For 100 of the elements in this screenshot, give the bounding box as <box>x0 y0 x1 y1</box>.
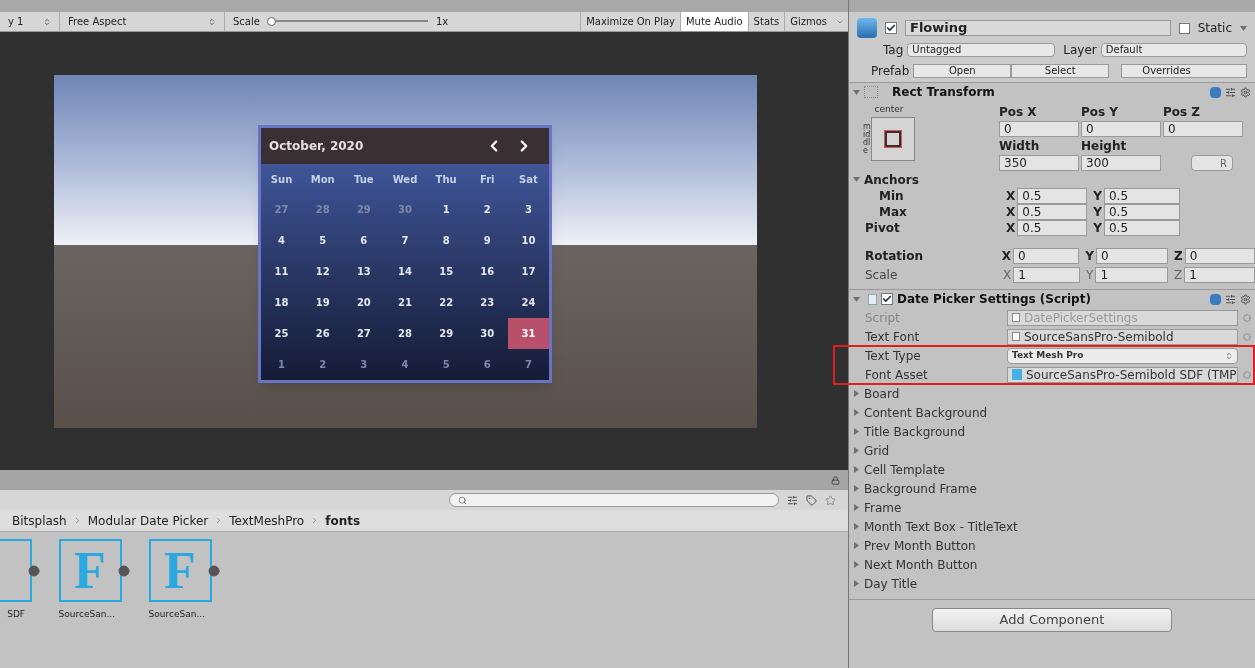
day-cell[interactable]: 4 <box>261 225 303 256</box>
enabled-checkbox[interactable] <box>881 293 893 305</box>
aspect-dropdown[interactable]: Free Aspect <box>60 12 225 31</box>
layer-dropdown[interactable]: Default <box>1100 43 1247 57</box>
day-cell[interactable]: 10 <box>507 225 549 256</box>
favorite-icon[interactable] <box>825 494 836 506</box>
lock-icon[interactable] <box>831 475 840 485</box>
day-cell[interactable]: 11 <box>261 256 303 287</box>
foldout-row[interactable]: Background Frame <box>849 479 1255 498</box>
value-field[interactable]: 1 <box>1095 266 1169 283</box>
expand-icon[interactable] <box>117 564 130 577</box>
prefab-button[interactable]: Overrides <box>1121 64 1247 78</box>
day-cell[interactable]: 23 <box>466 287 508 318</box>
day-cell[interactable]: 25 <box>261 318 303 349</box>
name-field[interactable]: Flowing <box>905 20 1171 36</box>
foldout-row[interactable]: Day Title <box>849 574 1255 593</box>
value-field[interactable]: 0.5 <box>1103 204 1180 220</box>
day-cell[interactable]: 27 <box>343 318 385 349</box>
component-header[interactable]: Date Picker Settings (Script) <box>849 289 1255 308</box>
day-cell[interactable]: 1 <box>425 194 467 225</box>
settings-icon[interactable] <box>1240 293 1251 305</box>
foldout-row[interactable]: Frame <box>849 498 1255 517</box>
anchor-preset-icon[interactable] <box>871 116 915 161</box>
prefab-button[interactable]: Select <box>1011 64 1110 78</box>
add-component-button[interactable]: Add Component <box>932 608 1172 632</box>
day-cell[interactable]: 12 <box>302 256 344 287</box>
tag-dropdown[interactable]: Untagged <box>907 43 1056 57</box>
day-cell[interactable]: 4 <box>384 349 426 380</box>
foldout-row[interactable]: Content Background <box>849 403 1255 422</box>
size-field[interactable]: 350 <box>999 155 1079 171</box>
filter-icon[interactable] <box>787 494 798 506</box>
foldout-row[interactable]: Next Month Button <box>849 555 1255 574</box>
foldout-row[interactable]: Prev Month Button <box>849 536 1255 555</box>
day-cell[interactable]: 3 <box>507 194 549 225</box>
day-cell[interactable]: 3 <box>343 349 385 380</box>
day-cell[interactable]: 6 <box>466 349 508 380</box>
day-cell[interactable]: 16 <box>466 256 508 287</box>
expand-icon[interactable] <box>27 564 40 577</box>
day-cell[interactable]: 22 <box>425 287 467 318</box>
breadcrumb-item[interactable]: fonts <box>325 511 361 530</box>
value-field[interactable]: 0.5 <box>1017 188 1088 204</box>
value-field[interactable]: 0 <box>1184 247 1255 264</box>
foldout-row[interactable]: Cell Template <box>849 460 1255 479</box>
day-cell[interactable]: 19 <box>302 287 344 318</box>
day-cell[interactable]: 15 <box>425 256 467 287</box>
component-header[interactable]: Rect Transform <box>849 82 1255 101</box>
value-field[interactable]: 0.5 <box>1103 220 1180 236</box>
position-field[interactable]: 0 <box>1163 121 1243 137</box>
value-field[interactable]: 1 <box>1013 266 1081 283</box>
value-field[interactable]: 0 <box>1012 247 1080 264</box>
day-cell[interactable]: 5 <box>425 349 467 380</box>
day-cell[interactable]: 24 <box>507 287 549 318</box>
breadcrumb-item[interactable]: Modular Date Picker <box>87 511 209 530</box>
day-cell[interactable]: 2 <box>302 349 344 380</box>
position-field[interactable]: 0 <box>999 121 1079 137</box>
day-cell[interactable]: 9 <box>466 225 508 256</box>
label-icon[interactable] <box>806 494 817 506</box>
size-field[interactable]: 300 <box>1081 155 1161 171</box>
day-cell[interactable]: 28 <box>384 318 426 349</box>
breadcrumb-item[interactable]: TextMeshPro <box>229 511 305 530</box>
foldout-row[interactable]: Title Background <box>849 422 1255 441</box>
static-checkbox[interactable] <box>1178 22 1190 34</box>
scale-slider-thumb[interactable] <box>267 17 277 26</box>
day-cell[interactable]: 7 <box>384 225 426 256</box>
dropdown-field[interactable]: Text Mesh Pro <box>1007 347 1238 364</box>
day-cell[interactable]: 5 <box>302 225 344 256</box>
toolbar-toggle[interactable]: Mute Audio <box>679 12 748 31</box>
foldout-row[interactable]: Grid <box>849 441 1255 460</box>
object-field[interactable]: SourceSansPro-Semibold SDF (TMP <box>1007 366 1238 383</box>
display-dropdown[interactable]: y 1 <box>0 12 60 31</box>
day-cell[interactable]: 1 <box>261 349 303 380</box>
day-cell[interactable]: 14 <box>384 256 426 287</box>
day-cell[interactable]: 29 <box>425 318 467 349</box>
raw-edit-button[interactable]: R <box>1191 155 1233 171</box>
day-cell[interactable]: 31 <box>507 318 549 349</box>
object-field[interactable]: SourceSansPro-Semibold <box>1007 328 1238 345</box>
position-field[interactable]: 0 <box>1081 121 1161 137</box>
day-cell[interactable]: 17 <box>507 256 549 287</box>
value-field[interactable]: 0.5 <box>1017 220 1088 236</box>
presets-icon[interactable] <box>1225 86 1236 98</box>
day-cell[interactable]: 21 <box>384 287 426 318</box>
prefab-button[interactable]: Open <box>913 64 1012 78</box>
breadcrumb-item[interactable]: Bitsplash <box>12 511 67 530</box>
value-field[interactable]: 0.5 <box>1103 188 1180 204</box>
search-field[interactable] <box>449 493 779 507</box>
presets-icon[interactable] <box>1225 293 1236 305</box>
day-cell[interactable]: 7 <box>507 349 549 380</box>
foldout-row[interactable]: Month Text Box - TitleText <box>849 517 1255 536</box>
expand-icon[interactable] <box>207 564 220 577</box>
day-cell[interactable]: 13 <box>343 256 385 287</box>
day-cell[interactable]: 26 <box>302 318 344 349</box>
scale-slider[interactable] <box>267 17 428 26</box>
active-checkbox[interactable] <box>885 22 897 34</box>
day-cell[interactable]: 18 <box>261 287 303 318</box>
day-cell[interactable]: 6 <box>343 225 385 256</box>
value-field[interactable]: 0.5 <box>1017 204 1088 220</box>
day-cell[interactable]: 2 <box>466 194 508 225</box>
day-cell[interactable]: 20 <box>343 287 385 318</box>
value-field[interactable]: 1 <box>1184 266 1255 283</box>
settings-icon[interactable] <box>1240 86 1251 98</box>
